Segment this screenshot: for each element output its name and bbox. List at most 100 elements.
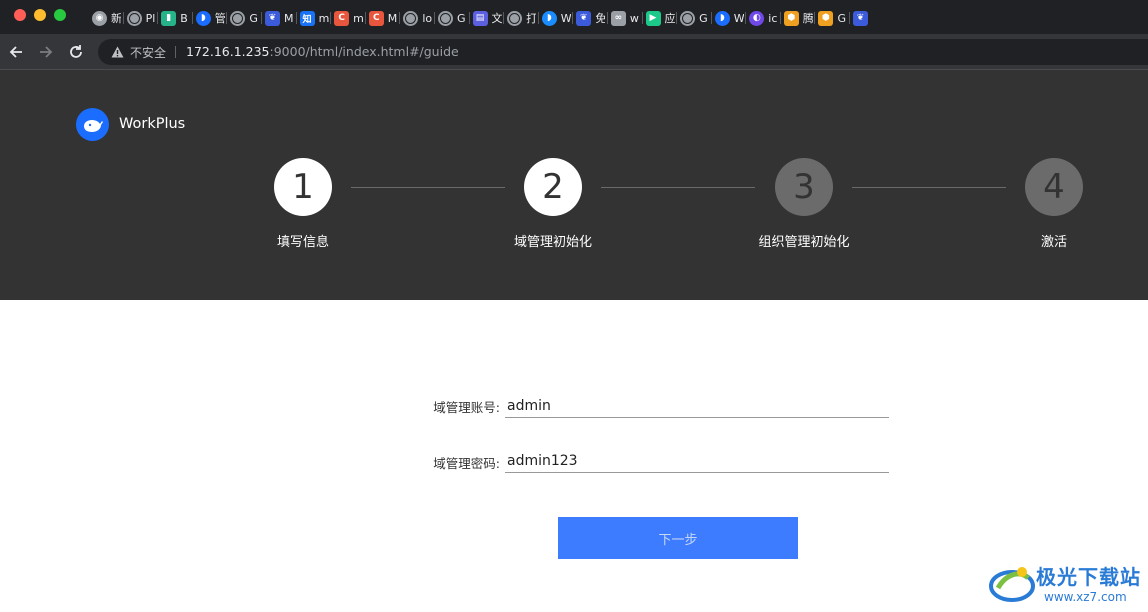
bookmark-green-icon: ▮	[161, 10, 177, 26]
account-input[interactable]	[505, 394, 889, 418]
next-step-button[interactable]: 下一步	[558, 517, 798, 559]
tab-title: w	[629, 11, 639, 25]
tab-title: G	[837, 11, 846, 25]
step-connector	[351, 187, 505, 188]
browser-tab[interactable]: Cm	[330, 6, 365, 30]
csdn-icon: C	[368, 10, 384, 26]
globe-icon	[403, 10, 419, 26]
browser-tab[interactable]: ❦	[849, 6, 884, 30]
insecure-label[interactable]: 不安全	[130, 44, 166, 61]
step-1-circle: 1	[274, 158, 332, 216]
whale-icon: ◗	[541, 10, 557, 26]
tab-title: B	[180, 11, 188, 25]
hexagon-icon: ⬢	[818, 10, 834, 26]
browser-tab[interactable]: lo	[399, 6, 434, 30]
browser-tab[interactable]: ▶ 应	[641, 6, 677, 30]
tab-title: 管	[214, 12, 225, 25]
browser-tab[interactable]: Pl	[122, 6, 158, 30]
arrow-right-icon	[40, 46, 53, 58]
baidu-paw-icon: ❦	[576, 10, 592, 26]
browser-tab-strip: ◉ 新 Pl ▮ B ◗ 管 G ❦ M 知 m Cm C Mlo G ▤ 文打 ◗ W ❦ 免 ∞ w ▶ 应 G ◗ W ◐ ic ⬢ 腾 ⬢…	[0, 0, 1148, 34]
step-4-label: 激活	[1040, 235, 1067, 250]
browser-tab[interactable]: G	[433, 6, 469, 30]
step-4-circle: 4	[1025, 158, 1083, 216]
globe-icon	[230, 10, 246, 26]
chrome-icon: ◉	[92, 10, 107, 26]
window-minimize-button[interactable]	[34, 9, 46, 21]
browser-tab[interactable]: ▤ 文	[468, 6, 504, 30]
browser-tab[interactable]: 打	[503, 6, 538, 30]
tab-title: 免	[595, 12, 606, 25]
browser-tab[interactable]: ⬢ 腾	[779, 6, 815, 30]
browser-tab[interactable]: ∞ w	[606, 6, 642, 30]
browser-tab[interactable]: ◗ W	[710, 6, 746, 30]
watermark-url: www.xz7.com	[1044, 590, 1127, 604]
link-icon: ∞	[610, 10, 626, 26]
window-maximize-button[interactable]	[54, 9, 66, 21]
browser-tab[interactable]: ◗ 管	[191, 6, 227, 30]
window-close-button[interactable]	[14, 9, 26, 21]
step-3-label: 组织管理初始化	[758, 235, 850, 250]
browser-tab[interactable]: ◐ ic	[745, 6, 780, 30]
baidu-paw-icon: ❦	[264, 10, 280, 26]
address-separator	[175, 46, 176, 58]
tab-title: 新	[111, 12, 121, 25]
play-icon: ▶	[645, 10, 661, 26]
browser-tab[interactable]: ◗ W	[537, 6, 573, 30]
browser-tab[interactable]: ▮ B	[157, 6, 192, 30]
workplus-logo	[76, 108, 109, 141]
whale-icon	[83, 119, 103, 132]
tab-title: lo	[422, 11, 433, 25]
forward-button[interactable]	[36, 42, 56, 62]
globe-icon	[126, 10, 142, 26]
browser-tab[interactable]: ❦ 免	[572, 6, 607, 30]
tab-title: G	[249, 11, 258, 25]
browser-toolbar: 不安全 172.16.1.235:9000/html/index.html#/g…	[0, 34, 1148, 70]
browser-tab[interactable]: G	[676, 6, 711, 30]
password-label: 域管理密码:	[433, 456, 500, 471]
arrow-left-icon	[9, 46, 22, 58]
watermark-name: 极光下载站	[1036, 565, 1141, 589]
circle-logo-icon: ◐	[749, 10, 765, 26]
globe-icon	[680, 10, 696, 26]
url-text[interactable]: 172.16.1.235:9000/html/index.html#/guide	[186, 44, 459, 59]
tab-title: M	[387, 11, 398, 25]
tab-title: m	[318, 11, 329, 25]
address-bar[interactable]: 不安全 172.16.1.235:9000/html/index.html#/g…	[98, 39, 1148, 65]
step-2-label: 域管理初始化	[513, 235, 592, 250]
password-input[interactable]	[505, 449, 889, 473]
globe-icon	[507, 10, 523, 26]
watermark-logo	[989, 567, 1035, 602]
step-1-label: 填写信息	[276, 235, 329, 250]
url-host: 172.16.1.235	[186, 44, 270, 59]
url-path: :9000/html/index.html#/guide	[269, 44, 459, 59]
tab-title: W	[733, 11, 744, 25]
browser-tab[interactable]: 知m	[295, 6, 331, 30]
whale-icon: ◗	[195, 10, 211, 26]
whale-icon: ◗	[714, 10, 730, 26]
warning-icon[interactable]	[110, 45, 124, 59]
back-button[interactable]	[6, 42, 26, 62]
tab-title: m	[353, 11, 364, 25]
tab-title: W	[560, 11, 571, 25]
document-icon: ▤	[472, 10, 488, 26]
globe-icon	[437, 10, 453, 26]
csdn-icon: C	[334, 10, 350, 26]
tab-title: 打	[526, 12, 537, 25]
browser-tab[interactable]: G	[226, 6, 261, 30]
step-connector	[601, 187, 755, 188]
tab-title: 腾	[802, 12, 813, 25]
tab-title: ic	[768, 11, 778, 25]
tab-title: 应	[664, 12, 675, 25]
browser-tab[interactable]: ⬢ G	[814, 6, 849, 30]
reload-button[interactable]	[66, 42, 86, 62]
tab-title: M	[283, 11, 294, 25]
tab-title: G	[699, 11, 708, 25]
tab-title: G	[456, 11, 466, 25]
step-2-circle: 2	[524, 158, 582, 216]
browser-tab[interactable]: ❦ M	[260, 6, 296, 30]
browser-tab[interactable]: ◉ 新	[88, 6, 123, 30]
tab-title: 文	[491, 12, 502, 25]
browser-tab[interactable]: CM	[364, 6, 400, 30]
zhihu-icon: 知	[299, 10, 315, 26]
